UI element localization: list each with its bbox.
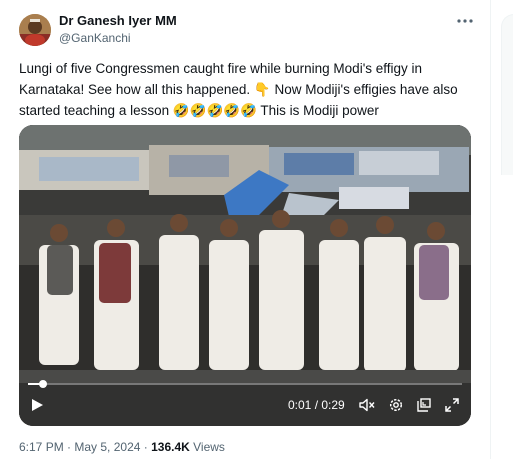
meta-separator: · — [140, 440, 152, 454]
video-progress-handle[interactable] — [38, 380, 47, 388]
meta-separator: · — [63, 440, 75, 454]
tweet-date[interactable]: May 5, 2024 — [74, 440, 140, 454]
tweet-time[interactable]: 6:17 PM — [19, 440, 64, 454]
video-time: 0:01 / 0:29 — [288, 398, 345, 412]
tweet-text-line: started teaching a lesson 🤣🤣🤣🤣🤣 This is … — [19, 103, 379, 118]
author-name[interactable]: Dr Ganesh Iyer MM — [59, 13, 177, 29]
video-time-separator: / — [311, 398, 322, 412]
pip-icon[interactable] — [415, 396, 433, 414]
video-duration: 0:29 — [321, 398, 345, 412]
tweet-text-line: Karnataka! See how all this happened. 👇 … — [19, 82, 458, 97]
tweet-text-line: Lungi of five Congressmen caught fire wh… — [19, 61, 423, 76]
sidebar-card-edge — [501, 14, 513, 175]
tweet-meta: 6:17 PM · May 5, 2024 · 136.4K Views — [19, 440, 225, 454]
play-icon[interactable] — [28, 396, 46, 414]
settings-gear-icon[interactable] — [387, 396, 405, 414]
volume-muted-icon[interactable] — [358, 396, 376, 414]
video-progress-bar[interactable] — [28, 380, 462, 388]
views-label: Views — [189, 440, 225, 454]
video-player[interactable]: 0:01 / 0:29 — [19, 125, 471, 426]
tweet-text: Lungi of five Congressmen caught fire wh… — [19, 58, 479, 121]
avatar[interactable] — [19, 14, 51, 46]
more-options-icon[interactable] — [456, 12, 474, 30]
right-sidebar — [491, 0, 513, 459]
fullscreen-icon[interactable] — [443, 396, 461, 414]
tweet-card: Dr Ganesh Iyer MM @GanKanchi Lungi of fi… — [0, 0, 490, 459]
author-handle[interactable]: @GanKanchi — [59, 31, 131, 46]
views-count: 136.4K — [151, 440, 190, 454]
video-frame — [19, 125, 471, 426]
video-current-time: 0:01 — [288, 398, 312, 412]
